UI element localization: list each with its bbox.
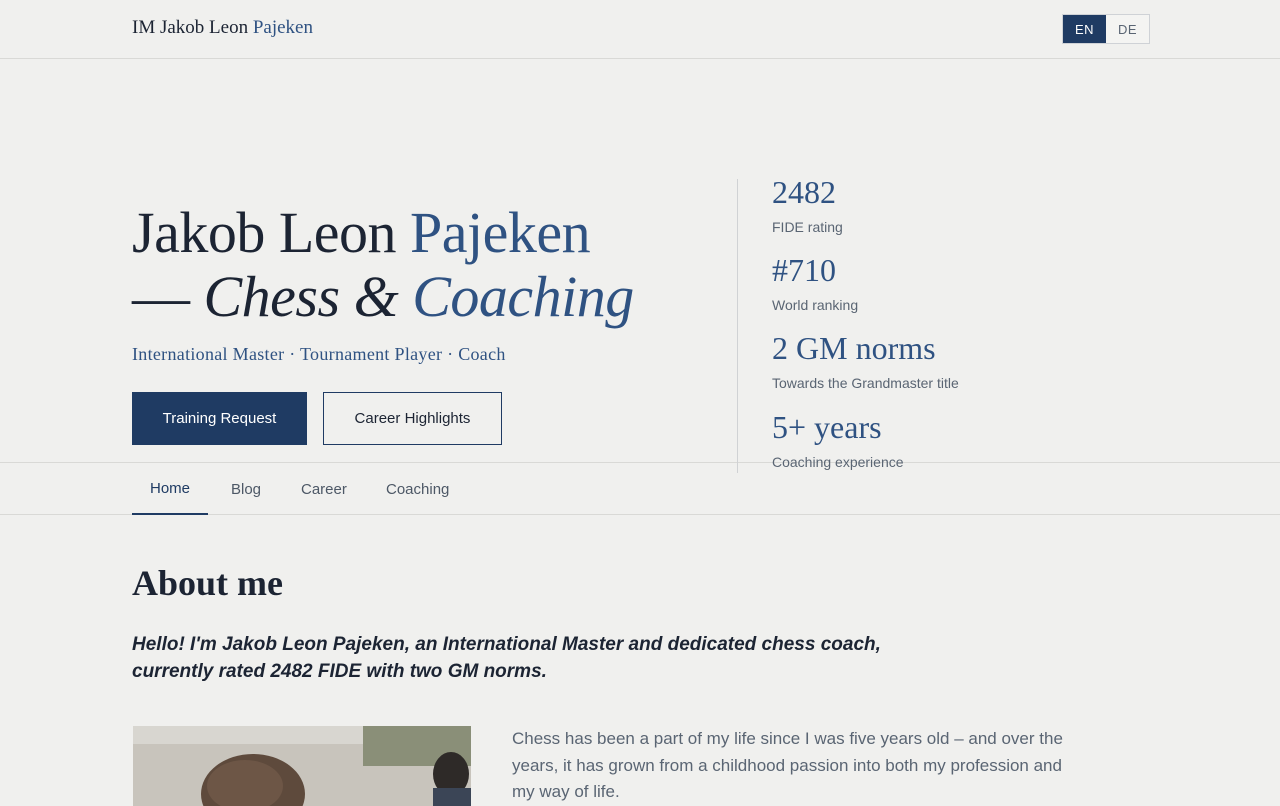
stat-value: 5+ years (772, 409, 882, 445)
nav-item-blog[interactable]: Blog (213, 463, 279, 515)
nav-item-coaching[interactable]: Coaching (368, 463, 467, 515)
hero-name-last: Pajeken (410, 200, 591, 265)
stat-label: FIDE rating (772, 219, 843, 235)
lang-de-button[interactable]: DE (1106, 15, 1149, 43)
brand-logo-link[interactable]: IM Jakob Leon Pajeken (132, 17, 313, 39)
stat-fide-rating: 2482 FIDE rating (772, 175, 843, 235)
stat-label: World ranking (772, 297, 859, 313)
stat-value: 2 GM norms (772, 330, 936, 366)
stat-value: 2482 (772, 174, 836, 210)
career-highlights-button[interactable]: Career Highlights (323, 392, 502, 445)
photo-placeholder-icon (133, 726, 471, 806)
about-title: About me (132, 563, 283, 603)
stat-coaching-experience: 5+ years Coaching experience (772, 410, 904, 470)
stat-gm-norms: 2 GM norms Towards the Grandmaster title (772, 331, 959, 391)
nav-item-home[interactable]: Home (132, 463, 209, 515)
hero-divider (737, 179, 738, 473)
hero-chess: Chess & (203, 264, 399, 329)
training-request-button[interactable]: Training Request (132, 392, 307, 445)
stat-value: #710 (772, 252, 836, 288)
profile-photo (133, 726, 471, 806)
hero-dash: — (132, 264, 190, 329)
about-lead: Hello! I'm Jakob Leon Pajeken, an Intern… (132, 634, 881, 682)
language-switcher: EN DE (1062, 14, 1150, 44)
about-paragraph: Chess has been a part of my life since I… (512, 729, 1063, 801)
hero-section: Jakob Leon Pajeken — Chess & Coaching In… (0, 59, 1280, 473)
lang-en-button[interactable]: EN (1063, 15, 1106, 43)
nav-item-career[interactable]: Career (283, 463, 365, 515)
stat-world-ranking: #710 World ranking (772, 253, 858, 313)
hero-subtitle: International Master · Tournament Player… (132, 344, 506, 364)
hero-title: Jakob Leon Pajeken — Chess & Coaching (132, 201, 634, 329)
main-nav: Home Blog Career Coaching (0, 463, 1280, 515)
hero-name-first: Jakob Leon (132, 200, 397, 265)
stat-label: Towards the Grandmaster title (772, 375, 959, 391)
hero-coaching: Coaching (412, 264, 634, 329)
top-bar: IM Jakob Leon Pajeken EN DE (0, 0, 1280, 59)
brand-name: IM Jakob Leon (132, 17, 249, 38)
brand-name-accent: Pajeken (252, 17, 313, 38)
